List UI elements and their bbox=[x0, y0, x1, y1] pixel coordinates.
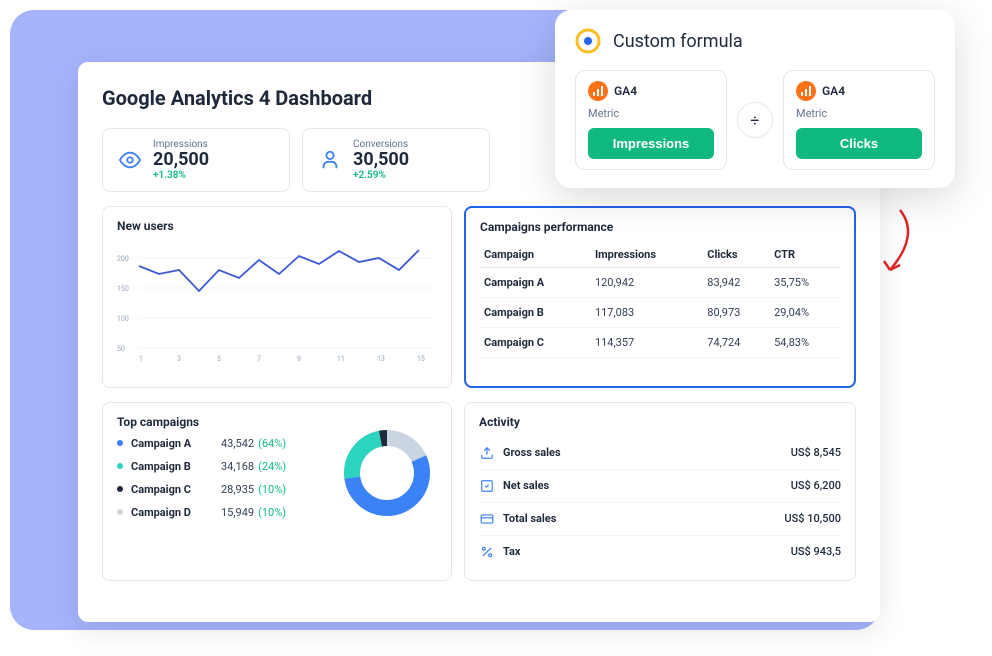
list-item[interactable]: Gross salesUS$ 8,545 bbox=[479, 437, 841, 470]
formula-metric-right[interactable]: GA4 Metric Clicks bbox=[783, 70, 935, 170]
list-item[interactable]: Net salesUS$ 6,200 bbox=[479, 470, 841, 503]
line-chart: 20015010050 13579111315 bbox=[117, 241, 437, 371]
list-item[interactable]: Campaign A43,542(64%) bbox=[117, 437, 337, 450]
color-dot-icon bbox=[117, 463, 123, 469]
new-users-chart-card: New users 20015010050 13579111315 bbox=[102, 206, 452, 388]
user-icon bbox=[317, 147, 343, 173]
top-campaigns-card: Top campaigns Campaign A43,542(64%) Camp… bbox=[102, 402, 452, 581]
svg-text:9: 9 bbox=[297, 355, 301, 363]
metric-type-label: Metric bbox=[588, 107, 714, 120]
campaigns-performance-card: Campaigns performance Campaign Impressio… bbox=[464, 206, 856, 388]
table-header: CTR bbox=[770, 242, 840, 268]
stat-delta: +1.38% bbox=[153, 170, 209, 181]
svg-text:50: 50 bbox=[117, 345, 125, 353]
table-row[interactable]: Campaign C114,35774,72454,83% bbox=[480, 327, 840, 357]
check-square-icon bbox=[479, 478, 495, 494]
table-row[interactable]: Campaign A120,94283,94235,75% bbox=[480, 267, 840, 297]
card-title: New users bbox=[117, 219, 437, 233]
stat-delta: +2.59% bbox=[353, 170, 409, 181]
target-icon bbox=[575, 28, 601, 54]
card-title: Campaigns performance bbox=[480, 220, 840, 234]
card-title: Top campaigns bbox=[117, 415, 337, 429]
table-row[interactable]: Campaign B117,08380,97329,04% bbox=[480, 297, 840, 327]
campaigns-table: Campaign Impressions Clicks CTR Campaign… bbox=[480, 242, 840, 358]
mid-row: New users 20015010050 13579111315 Campai… bbox=[102, 206, 856, 388]
svg-text:11: 11 bbox=[337, 355, 345, 363]
list-item[interactable]: Total salesUS$ 10,500 bbox=[479, 503, 841, 536]
bar-chart-icon bbox=[588, 81, 608, 101]
list-item[interactable]: Campaign B34,168(24%) bbox=[117, 460, 337, 473]
credit-card-icon bbox=[479, 511, 495, 527]
list-item[interactable]: Campaign C28,935(10%) bbox=[117, 483, 337, 496]
bar-chart-icon bbox=[796, 81, 816, 101]
stat-value: 30,500 bbox=[353, 150, 409, 170]
stat-card-impressions[interactable]: Impressions 20,500 +1.38% bbox=[102, 128, 290, 192]
table-header: Campaign bbox=[480, 242, 591, 268]
color-dot-icon bbox=[117, 440, 123, 446]
stat-card-conversions[interactable]: Conversions 30,500 +2.59% bbox=[302, 128, 490, 192]
impressions-button[interactable]: Impressions bbox=[588, 128, 714, 159]
formula-title: Custom formula bbox=[613, 31, 743, 52]
activity-card: Activity Gross salesUS$ 8,545 Net salesU… bbox=[464, 402, 856, 581]
list-item[interactable]: Campaign D15,949(10%) bbox=[117, 506, 337, 519]
svg-text:3: 3 bbox=[177, 355, 181, 363]
svg-text:150: 150 bbox=[117, 285, 129, 293]
svg-text:5: 5 bbox=[217, 355, 221, 363]
custom-formula-popup: Custom formula GA4 Metric Impressions ÷ … bbox=[555, 10, 955, 188]
formula-metric-left[interactable]: GA4 Metric Impressions bbox=[575, 70, 727, 170]
upload-icon bbox=[479, 445, 495, 461]
svg-text:1: 1 bbox=[139, 355, 143, 363]
card-title: Activity bbox=[479, 415, 841, 429]
stat-value: 20,500 bbox=[153, 150, 209, 170]
metric-type-label: Metric bbox=[796, 107, 922, 120]
arrow-annotation-icon bbox=[870, 205, 930, 285]
donut-chart bbox=[337, 423, 437, 523]
svg-text:7: 7 bbox=[257, 355, 261, 363]
list-item[interactable]: TaxUS$ 943,5 bbox=[479, 536, 841, 568]
table-header: Impressions bbox=[591, 242, 703, 268]
table-header: Clicks bbox=[703, 242, 770, 268]
svg-text:100: 100 bbox=[117, 315, 129, 323]
clicks-button[interactable]: Clicks bbox=[796, 128, 922, 159]
svg-text:200: 200 bbox=[117, 255, 129, 263]
color-dot-icon bbox=[117, 509, 123, 515]
divide-operator[interactable]: ÷ bbox=[737, 102, 773, 138]
color-dot-icon bbox=[117, 486, 123, 492]
percent-icon bbox=[479, 544, 495, 560]
eye-icon bbox=[117, 147, 143, 173]
bottom-row: Top campaigns Campaign A43,542(64%) Camp… bbox=[102, 402, 856, 581]
svg-text:13: 13 bbox=[377, 355, 385, 363]
svg-text:15: 15 bbox=[417, 355, 425, 363]
